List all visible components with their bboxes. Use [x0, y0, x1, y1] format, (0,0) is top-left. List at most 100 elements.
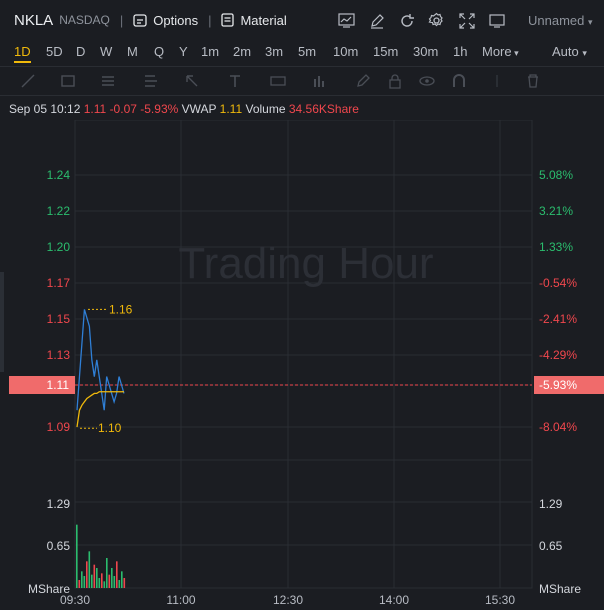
- period-m[interactable]: M: [127, 44, 138, 59]
- pencil-icon[interactable]: [355, 73, 371, 89]
- volume-value: 34.56KShare: [288, 102, 359, 116]
- volume-unit-label: MShare: [539, 582, 581, 596]
- volume-bar: [83, 576, 86, 588]
- volume-bar: [121, 571, 123, 588]
- magnet-icon[interactable]: [451, 73, 467, 89]
- drawing-toolbar: [0, 66, 604, 96]
- lock-icon[interactable]: [387, 73, 403, 89]
- price-axis-label: 1.13: [47, 348, 71, 362]
- top-bar: NKLA NASDAQ | Options | Material: [0, 0, 604, 40]
- volume-axis-label: 0.65: [47, 539, 71, 553]
- arrow-tool-icon[interactable]: [184, 73, 200, 89]
- volume-bar: [91, 574, 93, 588]
- time-axis-label: 09:30: [60, 593, 90, 607]
- price-axis-label: 1.22: [47, 204, 71, 218]
- layout-name: Unnamed: [528, 13, 585, 28]
- material-button[interactable]: Material: [221, 12, 287, 28]
- edit-icon[interactable]: [367, 11, 386, 30]
- volume-bar: [103, 581, 106, 588]
- volume-bar: [98, 578, 101, 588]
- scale-selector[interactable]: Auto ▾: [552, 44, 587, 59]
- more-tools-icon: [495, 73, 511, 89]
- eye-icon[interactable]: [419, 73, 435, 89]
- current-pct-value: -5.93%: [539, 378, 577, 392]
- low-marker-label: 1.10: [98, 421, 122, 435]
- symbol-label[interactable]: NKLA: [14, 12, 53, 29]
- volume-axis-label: 1.29: [539, 497, 563, 511]
- period-more[interactable]: More ▾: [482, 44, 519, 59]
- period-1d[interactable]: 1D: [14, 44, 31, 63]
- chevron-down-icon: ▾: [511, 48, 519, 58]
- volume-bar: [78, 580, 81, 588]
- options-label: Options: [153, 12, 199, 28]
- period-q[interactable]: Q: [154, 44, 164, 59]
- watermark-text: Trading Hour: [178, 239, 433, 288]
- volume-bar: [76, 524, 78, 588]
- volume-bar: [86, 561, 88, 588]
- period-15m[interactable]: 15m: [373, 44, 398, 59]
- period-5m[interactable]: 5m: [298, 44, 316, 59]
- vwap-label: VWAP: [181, 102, 217, 116]
- fib-tool-icon[interactable]: [100, 73, 116, 89]
- channel-tool-icon[interactable]: [143, 73, 159, 89]
- period-30m[interactable]: 30m: [413, 44, 438, 59]
- volume-bar: [123, 578, 126, 588]
- period-1h[interactable]: 1h: [453, 44, 467, 59]
- period-10m[interactable]: 10m: [333, 44, 358, 59]
- volume-bar: [81, 571, 83, 588]
- divider: |: [208, 12, 212, 28]
- period-5d[interactable]: 5D: [46, 44, 63, 59]
- period-y[interactable]: Y: [179, 44, 188, 59]
- pct-axis-label: -8.04%: [539, 420, 577, 434]
- text-tool-icon[interactable]: [227, 73, 243, 89]
- pct-axis-label: 5.08%: [539, 168, 573, 182]
- period-3m[interactable]: 3m: [265, 44, 283, 59]
- material-label: Material: [240, 12, 287, 28]
- volume-bar: [116, 561, 118, 588]
- pct-axis-label: 3.21%: [539, 204, 573, 218]
- price-axis-label: 1.15: [47, 312, 71, 326]
- trash-icon[interactable]: [525, 73, 541, 89]
- rectangle-tool-icon[interactable]: [60, 73, 76, 89]
- chevron-down-icon: ▾: [582, 48, 587, 58]
- period-2m[interactable]: 2m: [233, 44, 251, 59]
- price-axis-label: 1.09: [47, 420, 71, 434]
- volume-bar: [111, 568, 113, 588]
- volume-bar: [118, 580, 121, 588]
- quote-change-pct: -5.93%: [140, 102, 179, 116]
- line-tool-icon[interactable]: [20, 73, 36, 89]
- volume-axis-label: 0.65: [539, 539, 563, 553]
- measure-tool-icon[interactable]: [270, 73, 286, 89]
- pct-axis-label: -2.41%: [539, 312, 577, 326]
- options-button[interactable]: Options: [133, 13, 198, 28]
- period-1m[interactable]: 1m: [201, 44, 219, 59]
- refresh-icon[interactable]: [397, 11, 416, 30]
- divider: |: [119, 12, 124, 28]
- chart-icon[interactable]: [337, 11, 356, 30]
- period-d[interactable]: D: [76, 44, 85, 59]
- price-chart[interactable]: Trading Hour 1.24 1.22 1.20 1.17 1.15 1.13 1.09…: [0, 120, 604, 610]
- time-axis-label: 12:30: [273, 593, 303, 607]
- volume-bar: [108, 574, 111, 588]
- volume-bar: [113, 576, 116, 588]
- vwap-value: 1.11: [219, 102, 243, 116]
- price-axis-label: 1.20: [47, 240, 71, 254]
- volume-bar: [88, 551, 91, 588]
- bars-tool-icon[interactable]: [312, 73, 328, 89]
- chart-toolbar: [337, 11, 506, 30]
- quote-change: -0.07: [109, 102, 137, 116]
- pct-axis-label: -0.54%: [539, 276, 577, 290]
- exchange-label: NASDAQ: [59, 13, 110, 27]
- layout-selector[interactable]: Unnamed ▾: [528, 13, 593, 28]
- current-price-value: 1.11: [47, 378, 70, 392]
- settings-icon[interactable]: [427, 11, 446, 30]
- material-icon: [221, 13, 235, 27]
- price-axis-label: 1.24: [47, 168, 71, 182]
- plot-frame: [74, 120, 533, 589]
- screen-icon[interactable]: [487, 11, 506, 30]
- quote-datetime: Sep 05 10:12: [9, 102, 81, 116]
- pct-axis-label: 1.33%: [539, 240, 573, 254]
- period-w[interactable]: W: [100, 44, 112, 59]
- pct-axis-label: -4.29%: [539, 348, 577, 362]
- fullscreen-icon[interactable]: [457, 11, 476, 30]
